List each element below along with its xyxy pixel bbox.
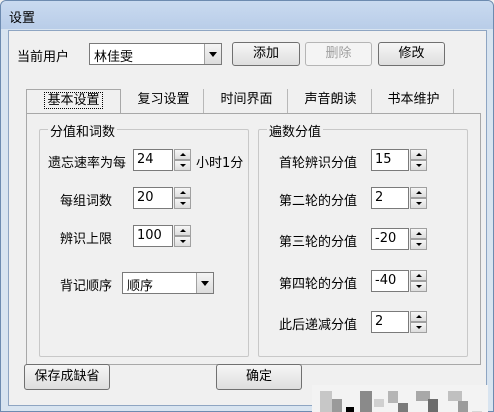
recite-order-value: 顺序 (127, 279, 154, 294)
modify-user-button[interactable]: 修改 (378, 42, 445, 66)
after-decrement-arrows[interactable] (410, 311, 427, 333)
spin-up-icon[interactable] (410, 149, 427, 160)
second-round-spinner[interactable]: 2 (371, 187, 429, 209)
first-round-spinner[interactable]: 15 (371, 149, 429, 171)
second-round-arrows[interactable] (410, 187, 427, 209)
score-words-group-title: 分值和词数 (48, 121, 118, 140)
third-round-label: 第三轮的分值 (279, 235, 358, 250)
tab-voice-reading[interactable]: 声音朗读 (290, 89, 372, 113)
forget-rate-spinner[interactable]: 24 (133, 149, 195, 171)
identify-limit-spinner[interactable]: 100 (133, 225, 195, 247)
tab-review-settings[interactable]: 复习设置 (124, 89, 204, 113)
spin-up-icon[interactable] (410, 228, 427, 239)
first-round-input[interactable]: 15 (371, 149, 409, 171)
spin-up-icon[interactable] (410, 311, 427, 322)
add-user-button[interactable]: 添加 (232, 42, 300, 66)
spin-down-icon[interactable] (174, 236, 191, 247)
recite-order-label: 背记顺序 (60, 279, 113, 294)
score-words-group: 分值和词数 遗忘速率为每 24 小时1分 每组词数 20 辨识上限 100 背记… (39, 121, 249, 357)
tab-strip: 基本设置 复习设置 时间界面 声音朗读 书本维护 (26, 89, 481, 114)
spin-down-icon[interactable] (174, 160, 191, 171)
group-words-label: 每组词数 (60, 194, 113, 209)
spin-down-icon[interactable] (410, 281, 427, 292)
third-round-arrows[interactable] (410, 228, 427, 250)
pass-score-group: 遍数分值 首轮辨识分值 15 第二轮的分值 2 第三轮的分值 -20 第四轮的分… (258, 121, 468, 357)
chevron-down-icon[interactable] (204, 44, 221, 64)
forget-rate-label: 遗忘速率为每 (48, 156, 127, 171)
group-words-input[interactable]: 20 (133, 187, 173, 209)
save-default-button[interactable]: 保存成缺省 (24, 364, 110, 390)
forget-rate-suffix: 小时1分 (196, 156, 244, 171)
second-round-label: 第二轮的分值 (279, 194, 358, 209)
fourth-round-input[interactable]: -40 (371, 270, 409, 292)
window-title: 设置 (9, 11, 36, 26)
spin-up-icon[interactable] (410, 270, 427, 281)
second-round-input[interactable]: 2 (371, 187, 409, 209)
forget-rate-input[interactable]: 24 (133, 149, 173, 171)
fourth-round-spinner[interactable]: -40 (371, 270, 429, 292)
fourth-round-label: 第四轮的分值 (279, 277, 358, 292)
spin-up-icon[interactable] (174, 149, 191, 160)
tab-book-maintenance[interactable]: 书本维护 (374, 89, 454, 113)
ok-button[interactable]: 确定 (216, 364, 302, 390)
chevron-down-icon[interactable] (196, 273, 213, 293)
spin-up-icon[interactable] (174, 187, 191, 198)
tab-time-interface[interactable]: 时间界面 (206, 89, 288, 113)
recite-order-select[interactable]: 顺序 (122, 272, 214, 294)
first-round-label: 首轮辨识分值 (279, 156, 358, 171)
after-decrement-label: 此后递减分值 (279, 318, 358, 333)
delete-user-button[interactable]: 删除 (305, 42, 372, 66)
identify-limit-input[interactable]: 100 (133, 225, 173, 247)
spin-down-icon[interactable] (410, 322, 427, 333)
after-decrement-spinner[interactable]: 2 (371, 311, 429, 333)
spin-up-icon[interactable] (410, 187, 427, 198)
spin-down-icon[interactable] (410, 198, 427, 209)
group-words-spinner[interactable]: 20 (133, 187, 195, 209)
after-decrement-input[interactable]: 2 (371, 311, 409, 333)
current-user-label: 当前用户 (17, 50, 70, 65)
spin-down-icon[interactable] (410, 239, 427, 250)
fourth-round-arrows[interactable] (410, 270, 427, 292)
basic-settings-panel: 分值和词数 遗忘速率为每 24 小时1分 每组词数 20 辨识上限 100 背记… (26, 113, 481, 365)
pass-score-group-title: 遍数分值 (267, 121, 324, 140)
identify-limit-arrows[interactable] (174, 225, 191, 247)
spin-down-icon[interactable] (174, 198, 191, 209)
spin-down-icon[interactable] (410, 160, 427, 171)
third-round-input[interactable]: -20 (371, 228, 409, 250)
forget-rate-arrows[interactable] (174, 149, 191, 171)
first-round-arrows[interactable] (410, 149, 427, 171)
group-words-arrows[interactable] (174, 187, 191, 209)
spin-up-icon[interactable] (174, 225, 191, 236)
settings-window: 设置 当前用户 林佳雯 添加 删除 修改 基本设置 复习设置 时间界面 声音朗读… (0, 0, 494, 412)
third-round-spinner[interactable]: -20 (371, 228, 429, 250)
tab-basic-settings[interactable]: 基本设置 (26, 89, 121, 114)
title-bar[interactable]: 设置 (1, 1, 493, 29)
user-select[interactable]: 林佳雯 (89, 43, 222, 65)
pixelated-watermark (312, 385, 488, 412)
identify-limit-label: 辨识上限 (60, 232, 113, 247)
dialog-body: 当前用户 林佳雯 添加 删除 修改 基本设置 复习设置 时间界面 声音朗读 书本… (8, 30, 488, 412)
user-select-value: 林佳雯 (94, 50, 134, 65)
